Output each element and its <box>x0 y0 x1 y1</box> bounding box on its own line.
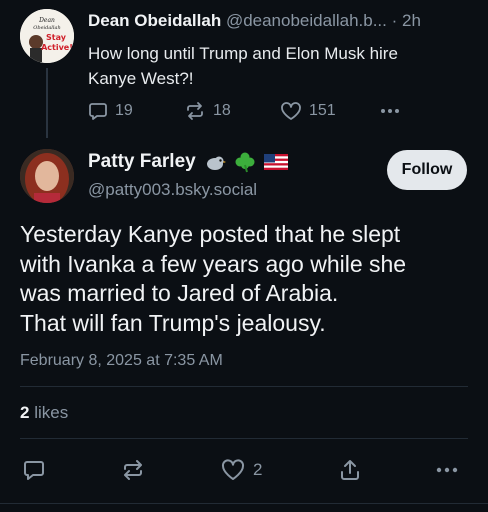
svg-text:Active!: Active! <box>41 43 73 52</box>
svg-text:Stay: Stay <box>46 33 67 42</box>
more-dots-icon <box>381 109 399 113</box>
main-like-button[interactable]: 2 <box>220 455 262 485</box>
more-options-button[interactable] <box>378 98 402 124</box>
likes-summary-count: 2 <box>20 403 30 422</box>
parent-post-text-line: How long until Trump and Elon Musk hire <box>88 44 398 63</box>
parent-post-actions: 19 18 151 <box>88 98 418 124</box>
like-button[interactable]: 151 <box>280 98 336 124</box>
likes-summary-label: likes <box>34 403 69 422</box>
main-repost-button[interactable] <box>120 455 146 485</box>
repost-button[interactable]: 18 <box>184 98 231 124</box>
more-dots-icon <box>436 467 458 473</box>
reply-icon <box>24 461 44 480</box>
shamrock-emoji-icon <box>235 152 255 173</box>
parent-post-time[interactable]: 2h <box>402 11 421 30</box>
follow-button[interactable]: Follow <box>387 150 467 190</box>
parent-author-name[interactable]: Dean Obeidallah <box>88 11 221 30</box>
parent-author-handle[interactable]: @deanobeidallah.b... <box>226 11 387 30</box>
post-timestamp: February 8, 2025 at 7:35 AM <box>20 352 223 369</box>
main-reply-button[interactable] <box>22 455 46 485</box>
bird-emoji-icon <box>206 156 226 170</box>
divider <box>20 386 468 387</box>
likes-summary[interactable]: 2 likes <box>20 403 68 423</box>
heart-icon <box>221 459 245 480</box>
reply-button[interactable]: 19 <box>88 98 133 124</box>
like-count: 151 <box>309 102 336 119</box>
svg-text:Dean: Dean <box>38 17 55 24</box>
parent-post-header: Dean Obeidallah @deanobeidallah.b... · 2… <box>88 11 478 31</box>
svg-text:Obeidallah: Obeidallah <box>33 25 60 31</box>
header-separator: · <box>391 11 398 30</box>
repost-count: 18 <box>213 102 231 119</box>
parent-post-text: How long until Trump and Elon Musk hire … <box>88 41 468 91</box>
main-post-text: Yesterday Kanye posted that he slept wit… <box>20 220 470 338</box>
avatar-dean-image: Dean Obeidallah Stay Active! <box>20 9 74 63</box>
share-icon <box>341 460 359 480</box>
main-post-text-line: was married to Jared of Arabia. <box>20 280 339 306</box>
heart-icon <box>281 102 301 120</box>
avatar-dean[interactable]: Dean Obeidallah Stay Active! <box>20 9 74 63</box>
parent-post-text-line: Kanye West?! <box>88 69 194 88</box>
divider <box>20 438 468 439</box>
main-like-count: 2 <box>253 460 263 479</box>
repost-icon <box>187 102 203 120</box>
main-post-text-line: with Ivanka a few years ago while she <box>20 250 407 277</box>
avatar-patty[interactable] <box>20 149 74 203</box>
share-button[interactable] <box>338 455 362 485</box>
avatar-patty-image <box>20 149 74 203</box>
main-post-actions: 2 <box>20 455 468 485</box>
thread-connector-line <box>46 68 48 138</box>
main-post-text-line: That will fan Trump's jealousy. <box>20 309 326 336</box>
main-author-name-row: Patty Farley <box>88 151 288 173</box>
us-flag-emoji-icon <box>263 154 288 170</box>
bottom-divider <box>0 503 488 504</box>
main-author-name[interactable]: Patty Farley <box>88 151 196 173</box>
main-post-text-line: Yesterday Kanye posted that he slept <box>20 221 401 247</box>
repost-icon <box>124 460 142 480</box>
reply-count: 19 <box>115 102 133 119</box>
main-author-handle[interactable]: @patty003.bsky.social <box>88 180 257 200</box>
main-more-options-button[interactable] <box>434 455 460 485</box>
parent-post[interactable]: Dean Obeidallah Stay Active! Dean Obeida… <box>0 0 488 140</box>
reply-icon <box>89 103 107 120</box>
